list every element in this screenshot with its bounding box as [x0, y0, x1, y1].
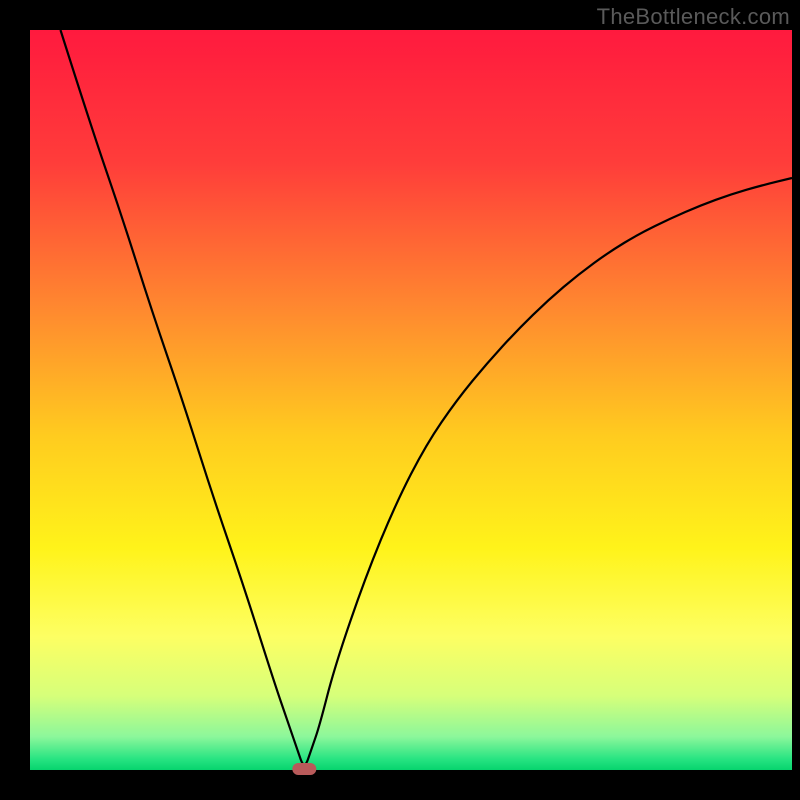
- plot-background: [30, 30, 792, 770]
- chart-canvas: [0, 0, 800, 800]
- watermark-text: TheBottleneck.com: [597, 4, 790, 30]
- optimum-marker: [292, 763, 316, 775]
